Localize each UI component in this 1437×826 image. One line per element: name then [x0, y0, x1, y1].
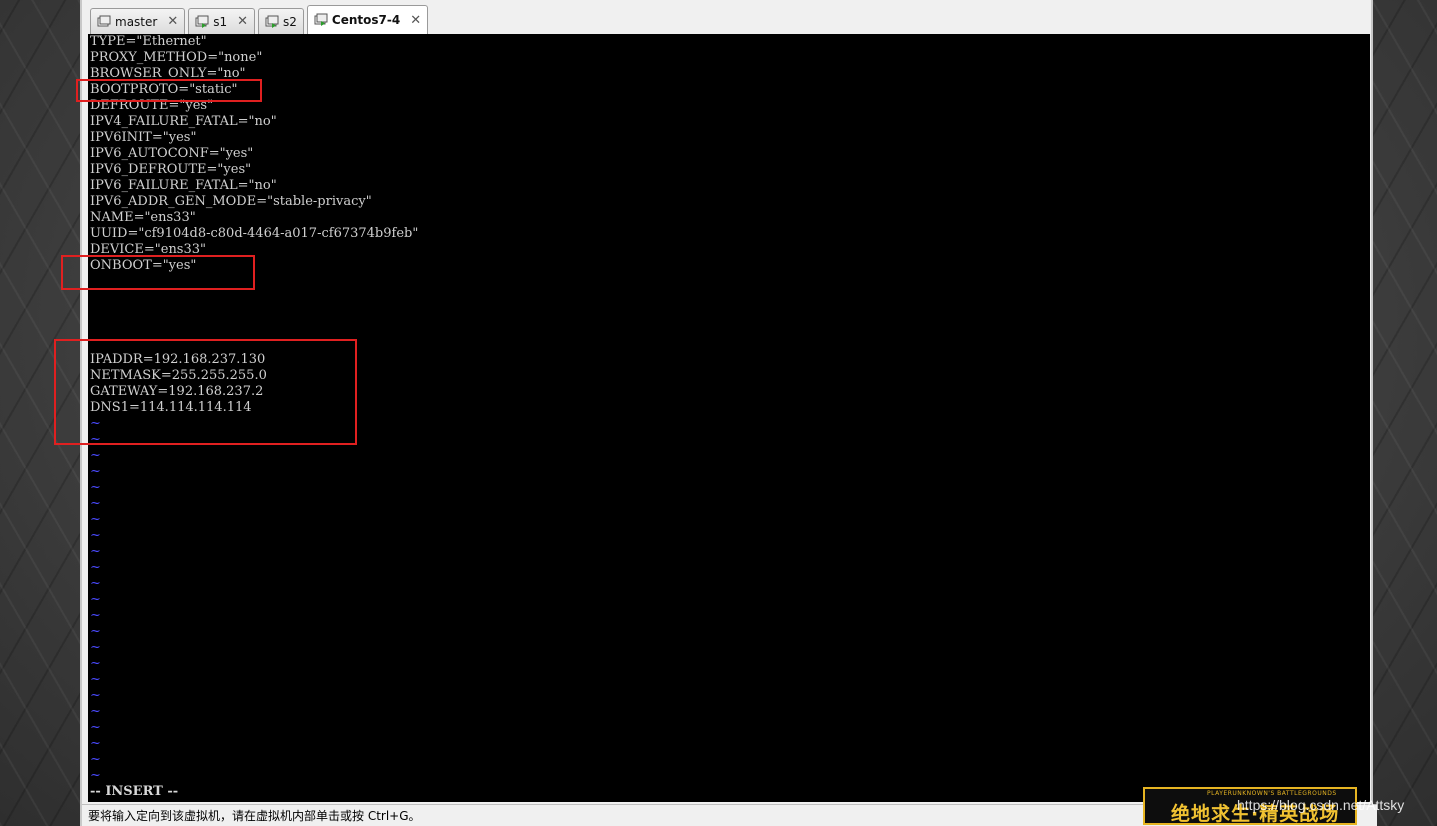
vim-empty-line-tilde: ~ — [90, 512, 101, 527]
tab-label: s1 — [213, 14, 228, 29]
tab-centos7-4[interactable]: Centos7-4 ✕ — [306, 5, 429, 34]
vim-empty-line-tilde: ~ — [90, 560, 101, 575]
vim-empty-line-tilde: ~ — [90, 544, 101, 559]
watermark-url: https://blog.csdn.net/Attsky — [1237, 797, 1405, 813]
vm-running-icon — [265, 15, 279, 29]
vim-empty-line-tilde: ~ — [90, 672, 101, 687]
vim-empty-line-tilde: ~ — [90, 576, 101, 591]
config-line: IPV4_FAILURE_FATAL="no" — [90, 114, 277, 129]
logo-small-text: PLAYERUNKNOWN'S BATTLEGROUNDS — [1207, 790, 1337, 797]
tab-label: master — [115, 14, 158, 29]
vim-empty-line-tilde: ~ — [90, 624, 101, 639]
vim-empty-line-tilde: ~ — [90, 768, 101, 783]
vim-mode-indicator: -- INSERT -- — [90, 784, 179, 799]
vim-empty-line-tilde: ~ — [90, 752, 101, 767]
close-icon[interactable]: ✕ — [167, 14, 178, 29]
vm-tab-bar: master ✕ s1 ✕ s2 Centos7-4 ✕ — [90, 4, 1367, 34]
config-line: IPV6_ADDR_GEN_MODE="stable-privacy" — [90, 194, 372, 209]
vm-icon — [97, 15, 111, 29]
vm-running-icon — [195, 15, 209, 29]
highlight-box-onboot — [61, 255, 255, 290]
vim-empty-line-tilde: ~ — [90, 448, 101, 463]
config-line: IPV6INIT="yes" — [90, 130, 197, 145]
config-line: PROXY_METHOD="none" — [90, 50, 263, 65]
vim-empty-line-tilde: ~ — [90, 480, 101, 495]
vim-empty-line-tilde: ~ — [90, 656, 101, 671]
tab-s1[interactable]: s1 ✕ — [188, 8, 256, 34]
close-icon[interactable]: ✕ — [237, 14, 248, 29]
highlight-box-network — [54, 339, 357, 445]
vim-empty-line-tilde: ~ — [90, 464, 101, 479]
status-bar-text: 要将输入定向到该虚拟机，请在虚拟机内部单击或按 Ctrl+G。 — [88, 809, 421, 823]
vim-empty-line-tilde: ~ — [90, 592, 101, 607]
vim-empty-line-tilde: ~ — [90, 688, 101, 703]
config-line: IPV6_AUTOCONF="yes" — [90, 146, 254, 161]
config-line: TYPE="Ethernet" — [90, 34, 207, 49]
vim-empty-line-tilde: ~ — [90, 704, 101, 719]
tab-s2[interactable]: s2 — [258, 8, 304, 34]
tab-master[interactable]: master ✕ — [90, 8, 186, 34]
tab-label: Centos7-4 — [331, 13, 401, 27]
config-line: IPV6_DEFROUTE="yes" — [90, 162, 252, 177]
vim-empty-line-tilde: ~ — [90, 720, 101, 735]
vim-empty-line-tilde: ~ — [90, 496, 101, 511]
vim-empty-line-tilde: ~ — [90, 736, 101, 751]
config-line: IPV6_FAILURE_FATAL="no" — [90, 178, 277, 193]
vm-running-icon — [314, 13, 328, 27]
vim-empty-line-tilde: ~ — [90, 608, 101, 623]
highlight-box-bootproto — [76, 79, 262, 102]
vim-empty-line-tilde: ~ — [90, 528, 101, 543]
vim-empty-line-tilde: ~ — [90, 640, 101, 655]
config-line: UUID="cf9104d8-c80d-4464-a017-cf67374b9f… — [90, 226, 419, 241]
tab-label: s2 — [283, 14, 297, 29]
close-icon[interactable]: ✕ — [410, 13, 421, 28]
config-line: NAME="ens33" — [90, 210, 196, 225]
